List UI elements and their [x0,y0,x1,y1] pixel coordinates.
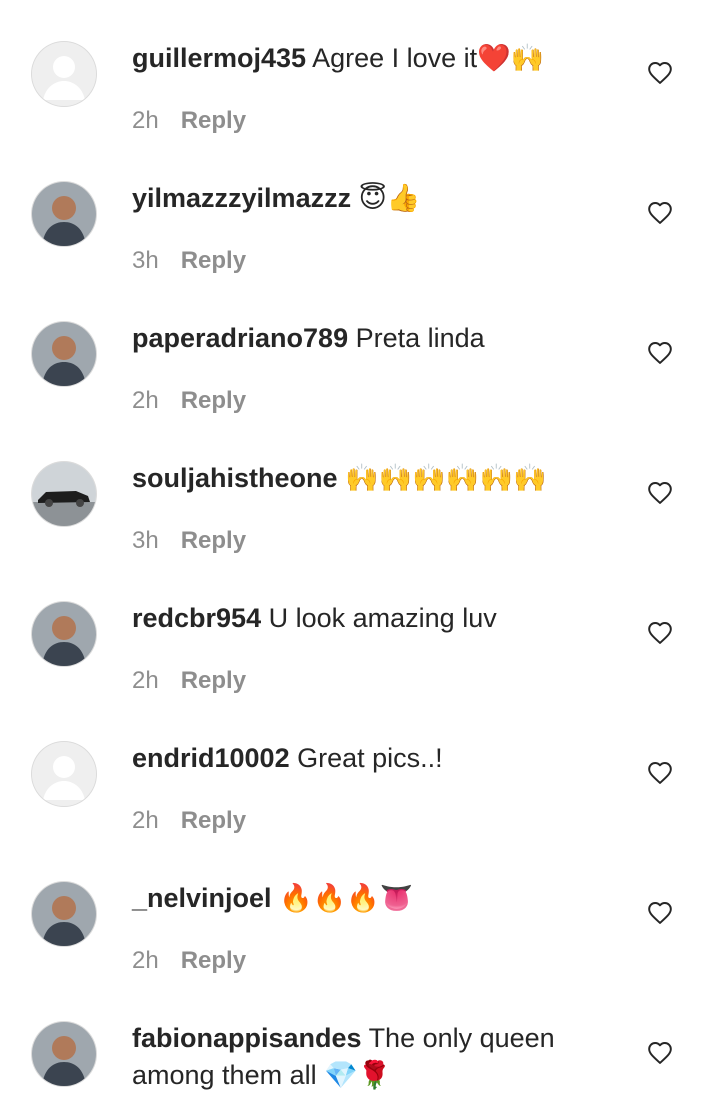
comment-text: paperadriano789 Preta linda [132,320,602,357]
reply-button[interactable]: Reply [181,527,246,554]
comment-meta: 2h Reply [132,106,246,136]
comment-item: paperadriano789 Preta linda 2h Reply [0,280,720,420]
comment-time: 2h [132,667,159,694]
comment-item: endrid10002 Great pics..! 2h Reply [0,700,720,840]
avatar[interactable] [32,462,96,526]
reply-button[interactable]: Reply [181,807,246,834]
heart-outline-icon[interactable] [647,200,673,226]
comment-item: yilmazzzyilmazzz 😇👍 3h Reply [0,140,720,280]
heart-outline-icon[interactable] [647,340,673,366]
comment-username[interactable]: fabionappisandes [132,1023,362,1053]
reply-button[interactable]: Reply [181,107,246,134]
heart-outline-icon-graphic [648,482,672,504]
comment-time: 2h [132,807,159,834]
avatar[interactable] [32,322,96,386]
heart-outline-icon-graphic [648,1042,672,1064]
heart-outline-icon-graphic [648,342,672,364]
comment-item: guillermoj435 Agree I love it❤️🙌 2h Reply [0,0,720,140]
avatar[interactable] [32,742,96,806]
heart-outline-icon-graphic [648,622,672,644]
comment-item: fabionappisandes The only queen among th… [0,980,720,1120]
heart-outline-icon[interactable] [647,1040,673,1066]
avatar[interactable] [32,1022,96,1086]
avatar[interactable] [32,182,96,246]
comment-body: Agree I love it❤️🙌 [312,43,545,73]
avatar[interactable] [32,882,96,946]
comment-time: 2h [132,387,159,414]
comment-text: guillermoj435 Agree I love it❤️🙌 [132,40,602,77]
comment-username[interactable]: redcbr954 [132,603,261,633]
comment-body: Great pics..! [297,743,443,773]
comment-username[interactable]: yilmazzzyilmazzz [132,183,351,213]
comment-body: 🙌🙌🙌🙌🙌🙌 [345,463,547,493]
reply-button[interactable]: Reply [181,387,246,414]
heart-outline-icon-graphic [648,762,672,784]
comment-body: Preta linda [355,323,485,353]
comment-meta: 2h Reply [132,666,246,696]
heart-outline-icon-graphic [648,902,672,924]
comment-item: redcbr954 U look amazing luv 2h Reply [0,560,720,700]
heart-outline-icon[interactable] [647,620,673,646]
reply-button[interactable]: Reply [181,667,246,694]
heart-outline-icon[interactable] [647,60,673,86]
heart-outline-icon[interactable] [647,760,673,786]
comment-time: 3h [132,527,159,554]
comment-meta: 2h Reply [132,386,246,416]
heart-outline-icon[interactable] [647,900,673,926]
heart-outline-icon[interactable] [647,480,673,506]
heart-outline-icon-graphic [648,62,672,84]
comment-body: 😇👍 [358,183,421,213]
heart-outline-icon-graphic [648,202,672,224]
comment-text: redcbr954 U look amazing luv [132,600,602,637]
comment-meta: 2h Reply [132,806,246,836]
reply-button[interactable]: Reply [181,947,246,974]
comment-username[interactable]: souljahistheone [132,463,338,493]
comment-meta: 2h Reply [132,946,246,976]
comment-body: 🔥🔥🔥👅 [279,883,414,913]
comment-username[interactable]: endrid10002 [132,743,290,773]
comment-meta: 3h Reply [132,526,246,556]
comment-time: 3h [132,247,159,274]
comment-time: 2h [132,107,159,134]
avatar[interactable] [32,602,96,666]
comment-text: endrid10002 Great pics..! [132,740,602,777]
comment-username[interactable]: _nelvinjoel [132,883,272,913]
comment-meta: 3h Reply [132,246,246,276]
comment-username[interactable]: paperadriano789 [132,323,348,353]
avatar[interactable] [32,42,96,106]
comment-text: fabionappisandes The only queen among th… [132,1020,602,1094]
comment-item: _nelvinjoel 🔥🔥🔥👅 2h Reply [0,840,720,980]
comment-time: 2h [132,947,159,974]
comment-username[interactable]: guillermoj435 [132,43,306,73]
reply-button[interactable]: Reply [181,247,246,274]
comment-text: _nelvinjoel 🔥🔥🔥👅 [132,880,602,917]
comment-body: U look amazing luv [268,603,497,633]
comment-item: souljahistheone 🙌🙌🙌🙌🙌🙌 3h Reply [0,420,720,560]
comment-text: souljahistheone 🙌🙌🙌🙌🙌🙌 [132,460,602,497]
comment-text: yilmazzzyilmazzz 😇👍 [132,180,602,217]
